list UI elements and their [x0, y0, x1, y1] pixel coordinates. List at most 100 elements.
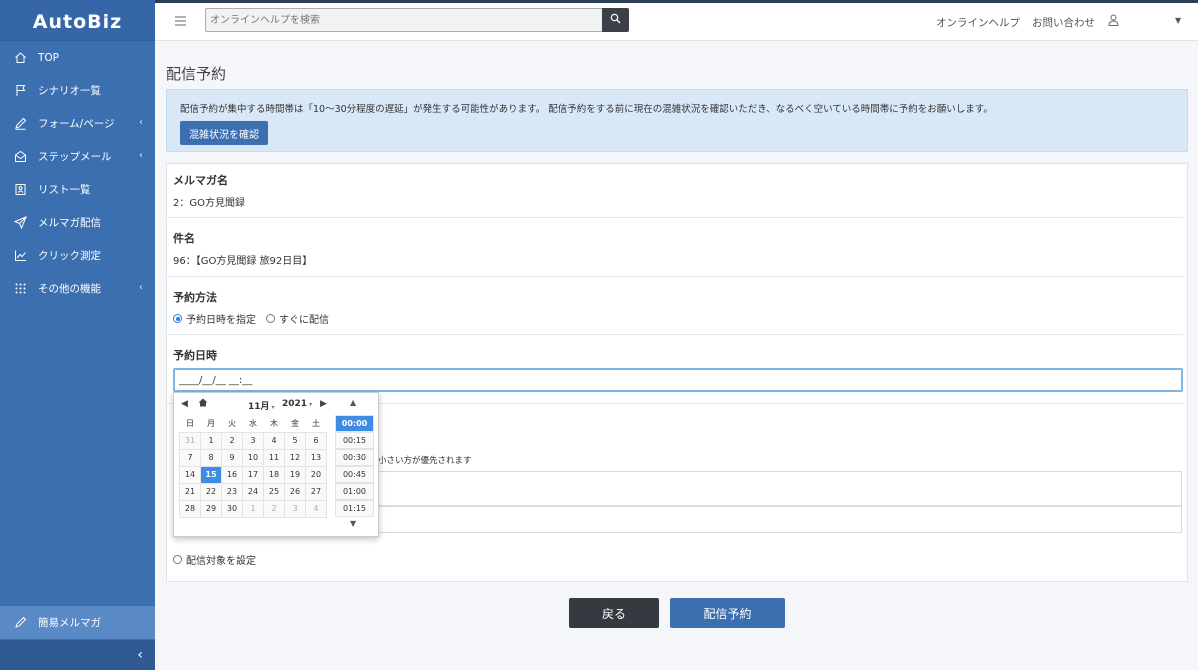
target-field[interactable] — [378, 471, 1182, 506]
calendar-day[interactable]: 12 — [284, 448, 306, 467]
calendar-day[interactable]: 7 — [179, 448, 201, 467]
calendar-day[interactable]: 24 — [242, 482, 264, 501]
time-option[interactable]: 00:30 — [335, 449, 374, 466]
sidebar-item-label: フォーム/ページ — [38, 118, 115, 130]
sidebar-item-label: 簡易メルマガ — [38, 617, 101, 629]
next-month-icon[interactable]: ▶ — [320, 399, 327, 409]
calendar-day[interactable]: 2 — [263, 499, 285, 518]
datetime-label: 予約日時 — [173, 349, 217, 362]
calendar-day[interactable]: 4 — [305, 499, 327, 518]
radio-label: 配信対象を設定 — [186, 556, 256, 567]
sidebar-item-top[interactable]: TOP — [0, 41, 155, 74]
sidebar-item-scenarios[interactable]: シナリオ一覧 — [0, 74, 155, 107]
calendar-day[interactable]: 14 — [179, 465, 201, 484]
radio-unchecked-icon — [173, 555, 182, 564]
today-home-icon[interactable] — [198, 398, 208, 410]
calendar-day[interactable]: 18 — [263, 465, 285, 484]
weekday-header: 土 — [312, 419, 320, 429]
calendar-day[interactable]: 5 — [284, 431, 306, 450]
user-icon[interactable] — [1108, 14, 1119, 29]
calendar-day[interactable]: 2 — [221, 431, 243, 450]
sidebar-collapse-button[interactable]: ‹ — [0, 640, 155, 670]
sidebar-item-click-tracking[interactable]: クリック測定 — [0, 239, 155, 272]
subject-value: 96：【GO方見聞録 旅92日目】 — [173, 256, 313, 267]
online-help-link[interactable]: オンラインヘルプ — [936, 15, 1020, 30]
divider — [167, 217, 1183, 218]
calendar-day[interactable]: 25 — [263, 482, 285, 501]
app-logo[interactable]: AutoBiz — [0, 0, 155, 41]
sidebar-item-label: シナリオ一覧 — [38, 85, 101, 97]
search-icon — [610, 13, 621, 27]
subject-label: 件名 — [173, 232, 195, 245]
datetime-picker: ◀ 11月 ▾ 2021 ▾ ▶ 日月火水木金土 31 1 2 3 4 5 6 7 8 9 10 11… — [173, 392, 379, 537]
time-option[interactable]: 00:15 — [335, 432, 374, 449]
weekday-header: 木 — [270, 419, 278, 429]
time-scroll-up-icon[interactable]: ▲ — [350, 398, 356, 407]
search-input[interactable] — [205, 8, 603, 32]
calendar-day[interactable]: 22 — [200, 482, 222, 501]
calendar-day[interactable]: 16 — [221, 465, 243, 484]
calendar-day[interactable]: 27 — [305, 482, 327, 501]
calendar-day[interactable]: 30 — [221, 499, 243, 518]
sidebar-item-label: リスト一覧 — [38, 184, 91, 196]
chart-icon — [12, 248, 28, 264]
calendar-day[interactable]: 20 — [305, 465, 327, 484]
weekday-header: 火 — [228, 419, 236, 429]
user-menu-caret-icon[interactable]: ▼ — [1175, 16, 1181, 25]
sidebar-item-label: ステップメール — [38, 151, 112, 163]
time-option[interactable]: 00:00 — [335, 415, 374, 432]
sidebar-item-newsletter[interactable]: メルマガ配信 — [0, 206, 155, 239]
back-button[interactable]: 戻る — [569, 598, 659, 628]
calendar-day[interactable]: 3 — [242, 431, 264, 450]
time-option[interactable]: 00:45 — [335, 466, 374, 483]
calendar-day[interactable]: 8 — [200, 448, 222, 467]
page-title: 配信予約 — [166, 65, 227, 83]
time-option[interactable]: 01:00 — [335, 483, 374, 500]
mail-icon — [12, 149, 28, 165]
radio-send-now[interactable]: すぐに配信 — [266, 311, 329, 326]
sidebar: AutoBiz TOP シナリオ一覧 フォーム/ページ ‹ ステップメール ‹ … — [0, 0, 155, 670]
calendar-day[interactable]: 19 — [284, 465, 306, 484]
calendar-day[interactable]: 23 — [221, 482, 243, 501]
sidebar-item-other[interactable]: その他の機能 ‹ — [0, 272, 155, 305]
contact-link[interactable]: お問い合わせ — [1032, 15, 1095, 30]
calendar-day[interactable]: 1 — [200, 431, 222, 450]
calendar-day[interactable]: 29 — [200, 499, 222, 518]
time-option[interactable]: 01:15 — [335, 500, 374, 517]
calendar-day[interactable]: 10 — [242, 448, 264, 467]
month-select[interactable]: 11月 ▾ — [248, 399, 275, 412]
calendar-day[interactable]: 13 — [305, 448, 327, 467]
sidebar-item-lists[interactable]: リスト一覧 — [0, 173, 155, 206]
radio-specify-datetime[interactable]: 予約日時を指定 — [173, 311, 256, 326]
calendar-day[interactable]: 15 — [200, 465, 222, 484]
calendar-day[interactable]: 26 — [284, 482, 306, 501]
time-list: 00:00 00:15 00:30 00:45 01:00 01:15 — [335, 415, 374, 517]
congestion-alert: 配信予約が集中する時間帯は「10〜30分程度の遅延」が発生する可能性があります。… — [166, 89, 1188, 152]
calendar-day[interactable]: 17 — [242, 465, 264, 484]
calendar-day[interactable]: 21 — [179, 482, 201, 501]
datetime-input[interactable] — [173, 368, 1183, 392]
calendar-day[interactable]: 3 — [284, 499, 306, 518]
calendar-day[interactable]: 28 — [179, 499, 201, 518]
calendar-day[interactable]: 4 — [263, 431, 285, 450]
time-scroll-down-icon[interactable]: ▼ — [350, 519, 356, 528]
calendar-day[interactable]: 31 — [179, 431, 201, 450]
weekday-header: 月 — [207, 419, 215, 429]
sidebar-item-forms[interactable]: フォーム/ページ ‹ — [0, 107, 155, 140]
sidebar-item-step-mail[interactable]: ステップメール ‹ — [0, 140, 155, 173]
target-field[interactable] — [378, 506, 1182, 533]
sidebar-item-label: その他の機能 — [38, 283, 101, 295]
calendar-day[interactable]: 9 — [221, 448, 243, 467]
calendar-day[interactable]: 6 — [305, 431, 327, 450]
hamburger-menu-icon[interactable] — [175, 14, 186, 30]
sidebar-item-simple-newsletter[interactable]: 簡易メルマガ — [0, 606, 155, 639]
prev-month-icon[interactable]: ◀ — [181, 399, 188, 409]
year-select[interactable]: 2021 ▾ — [282, 399, 312, 409]
check-congestion-button[interactable]: 混雑状況を確認 — [180, 121, 268, 145]
calendar-day[interactable]: 11 — [263, 448, 285, 467]
calendar-day[interactable]: 1 — [242, 499, 264, 518]
search-button[interactable] — [602, 8, 629, 32]
weekday-header: 金 — [291, 419, 299, 429]
reserve-button[interactable]: 配信予約 — [670, 598, 785, 628]
radio-set-target[interactable]: 配信対象を設定 — [173, 552, 256, 567]
